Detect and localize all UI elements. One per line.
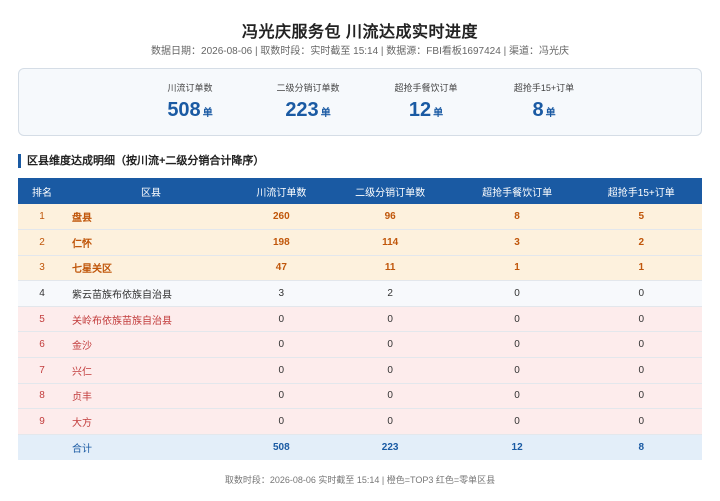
kpi-label: 二级分销订单数 xyxy=(276,83,340,93)
page-title: 冯光庆服务包 川流达成实时进度 xyxy=(242,24,478,41)
hot-15plus-cell: 0 xyxy=(580,383,702,410)
secondary-cell: 96 xyxy=(326,204,454,231)
kpi-unit: 单 xyxy=(433,108,444,119)
hot-15plus-cell: 0 xyxy=(580,408,702,435)
chuanliu-cell: 47 xyxy=(236,255,327,282)
section-title: 区县维度达成明细（按川流+二级分销合计降序） xyxy=(18,154,264,168)
hot-dining-cell: 0 xyxy=(453,357,581,384)
total-hot-15plus-cell: 8 xyxy=(580,434,702,460)
kpi-unit: 单 xyxy=(320,108,331,119)
district-cell: 紫云苗族布依族自治县 xyxy=(66,280,236,307)
district-cell: 仁怀 xyxy=(66,229,236,256)
kpi-value: 12 xyxy=(408,99,432,121)
rank-cell: 9 xyxy=(18,408,66,435)
chuanliu-cell: 260 xyxy=(236,204,327,231)
chuanliu-cell: 198 xyxy=(236,229,327,256)
district-cell: 盘县 xyxy=(66,204,236,231)
hot-15plus-cell: 0 xyxy=(580,280,702,307)
chuanliu-cell: 0 xyxy=(236,383,327,410)
district-cell: 金沙 xyxy=(66,331,236,359)
total-district-cell: 合计 xyxy=(66,434,236,460)
hot-15plus-cell: 0 xyxy=(580,331,702,359)
rank-cell: 8 xyxy=(18,383,66,410)
kpi-chuanliu-orders: 川流订单数 508 单 xyxy=(135,81,245,122)
chuanliu-cell: 0 xyxy=(236,306,327,333)
column-header-rank: 排名 xyxy=(18,178,66,204)
hot-dining-cell: 0 xyxy=(453,408,581,435)
rank-cell: 1 xyxy=(18,204,66,231)
table-row: 9 大方 0 0 0 0 xyxy=(18,408,702,435)
secondary-cell: 2 xyxy=(326,280,454,307)
chuanliu-cell: 0 xyxy=(236,357,327,384)
kpi-hot-dining-orders: 超抢手餐饮订单 12 单 xyxy=(371,81,481,122)
hot-dining-cell: 0 xyxy=(453,306,581,333)
secondary-cell: 0 xyxy=(326,408,454,435)
table-row: 1 盘县 260 96 8 5 xyxy=(18,204,702,231)
hot-dining-cell: 0 xyxy=(453,331,581,359)
table-row: 2 仁怀 198 114 3 2 xyxy=(18,229,702,256)
kpi-label: 川流订单数 xyxy=(167,83,213,93)
kpi-label: 超抢手15+订单 xyxy=(513,83,575,93)
district-cell: 关岭布依族苗族自治县 xyxy=(66,306,236,333)
table-row: 4 紫云苗族布依族自治县 3 2 0 0 xyxy=(18,280,702,307)
table-row: 6 金沙 0 0 0 0 xyxy=(18,331,702,359)
report-meta: 数据日期：2026-08-06 | 取数时段：实时截至 15:14 | 数据源：… xyxy=(151,46,569,57)
district-detail-table: 排名 区县 川流订单数 二级分销订单数 超抢手餐饮订单 超抢手15+订单 1 盘县… xyxy=(18,178,702,460)
table-row: 3 七星关区 47 11 1 1 xyxy=(18,255,702,282)
column-header-hot-15plus: 超抢手15+订单 xyxy=(580,178,702,204)
chuanliu-cell: 0 xyxy=(236,408,327,435)
hot-15plus-cell: 0 xyxy=(580,306,702,333)
hot-dining-cell: 1 xyxy=(453,255,581,282)
total-secondary-cell: 223 xyxy=(326,434,454,460)
column-header-chuanliu: 川流订单数 xyxy=(236,178,327,204)
secondary-cell: 0 xyxy=(326,306,454,333)
table-header-row: 排名 区县 川流订单数 二级分销订单数 超抢手餐饮订单 超抢手15+订单 xyxy=(18,178,702,204)
column-header-district: 区县 xyxy=(66,178,236,204)
secondary-cell: 11 xyxy=(326,255,454,282)
table-row: 8 贞丰 0 0 0 0 xyxy=(18,383,702,410)
secondary-cell: 114 xyxy=(326,229,454,256)
district-cell: 兴仁 xyxy=(66,357,236,384)
total-hot-dining-cell: 12 xyxy=(453,434,581,460)
rank-cell: 3 xyxy=(18,255,66,282)
column-header-secondary: 二级分销订单数 xyxy=(326,178,454,204)
total-rank-cell xyxy=(18,434,66,460)
rank-cell: 4 xyxy=(18,280,66,307)
rank-cell: 6 xyxy=(18,331,66,359)
hot-dining-cell: 0 xyxy=(453,280,581,307)
hot-dining-cell: 0 xyxy=(453,383,581,410)
hot-dining-cell: 3 xyxy=(453,229,581,256)
secondary-cell: 0 xyxy=(326,383,454,410)
kpi-label: 超抢手餐饮订单 xyxy=(394,83,458,93)
rank-cell: 5 xyxy=(18,306,66,333)
kpi-unit: 单 xyxy=(545,108,556,119)
hot-15plus-cell: 5 xyxy=(580,204,702,231)
table-total-row: 合计 508 223 12 8 xyxy=(18,434,702,460)
hot-15plus-cell: 1 xyxy=(580,255,702,282)
hot-15plus-cell: 0 xyxy=(580,357,702,384)
chuanliu-cell: 0 xyxy=(236,331,327,359)
chuanliu-cell: 3 xyxy=(236,280,327,307)
secondary-cell: 0 xyxy=(326,357,454,384)
kpi-value: 8 xyxy=(532,99,544,121)
column-header-hot-dining: 超抢手餐饮订单 xyxy=(453,178,581,204)
district-cell: 大方 xyxy=(66,408,236,435)
district-cell: 七星关区 xyxy=(66,255,236,282)
table-row: 5 关岭布依族苗族自治县 0 0 0 0 xyxy=(18,306,702,333)
secondary-cell: 0 xyxy=(326,331,454,359)
kpi-summary-card: 川流订单数 508 单 二级分销订单数 223 单 超抢手餐饮订单 12 单 超抢手1… xyxy=(18,68,702,136)
kpi-value: 223 xyxy=(285,99,319,121)
total-chuanliu-cell: 508 xyxy=(236,434,327,460)
kpi-secondary-distribution-orders: 二级分销订单数 223 单 xyxy=(253,81,363,122)
hot-15plus-cell: 2 xyxy=(580,229,702,256)
kpi-value: 508 xyxy=(167,99,201,121)
table-row: 7 兴仁 0 0 0 0 xyxy=(18,357,702,384)
kpi-hot-15plus-orders: 超抢手15+订单 8单 xyxy=(489,81,599,122)
footer-note: 取数时段：2026-08-06 实时截至 15:14 | 橙色=TOP3 红色=… xyxy=(224,475,496,485)
hot-dining-cell: 8 xyxy=(453,204,581,231)
district-cell: 贞丰 xyxy=(66,383,236,410)
rank-cell: 7 xyxy=(18,357,66,384)
kpi-unit: 单 xyxy=(202,108,213,119)
rank-cell: 2 xyxy=(18,229,66,256)
